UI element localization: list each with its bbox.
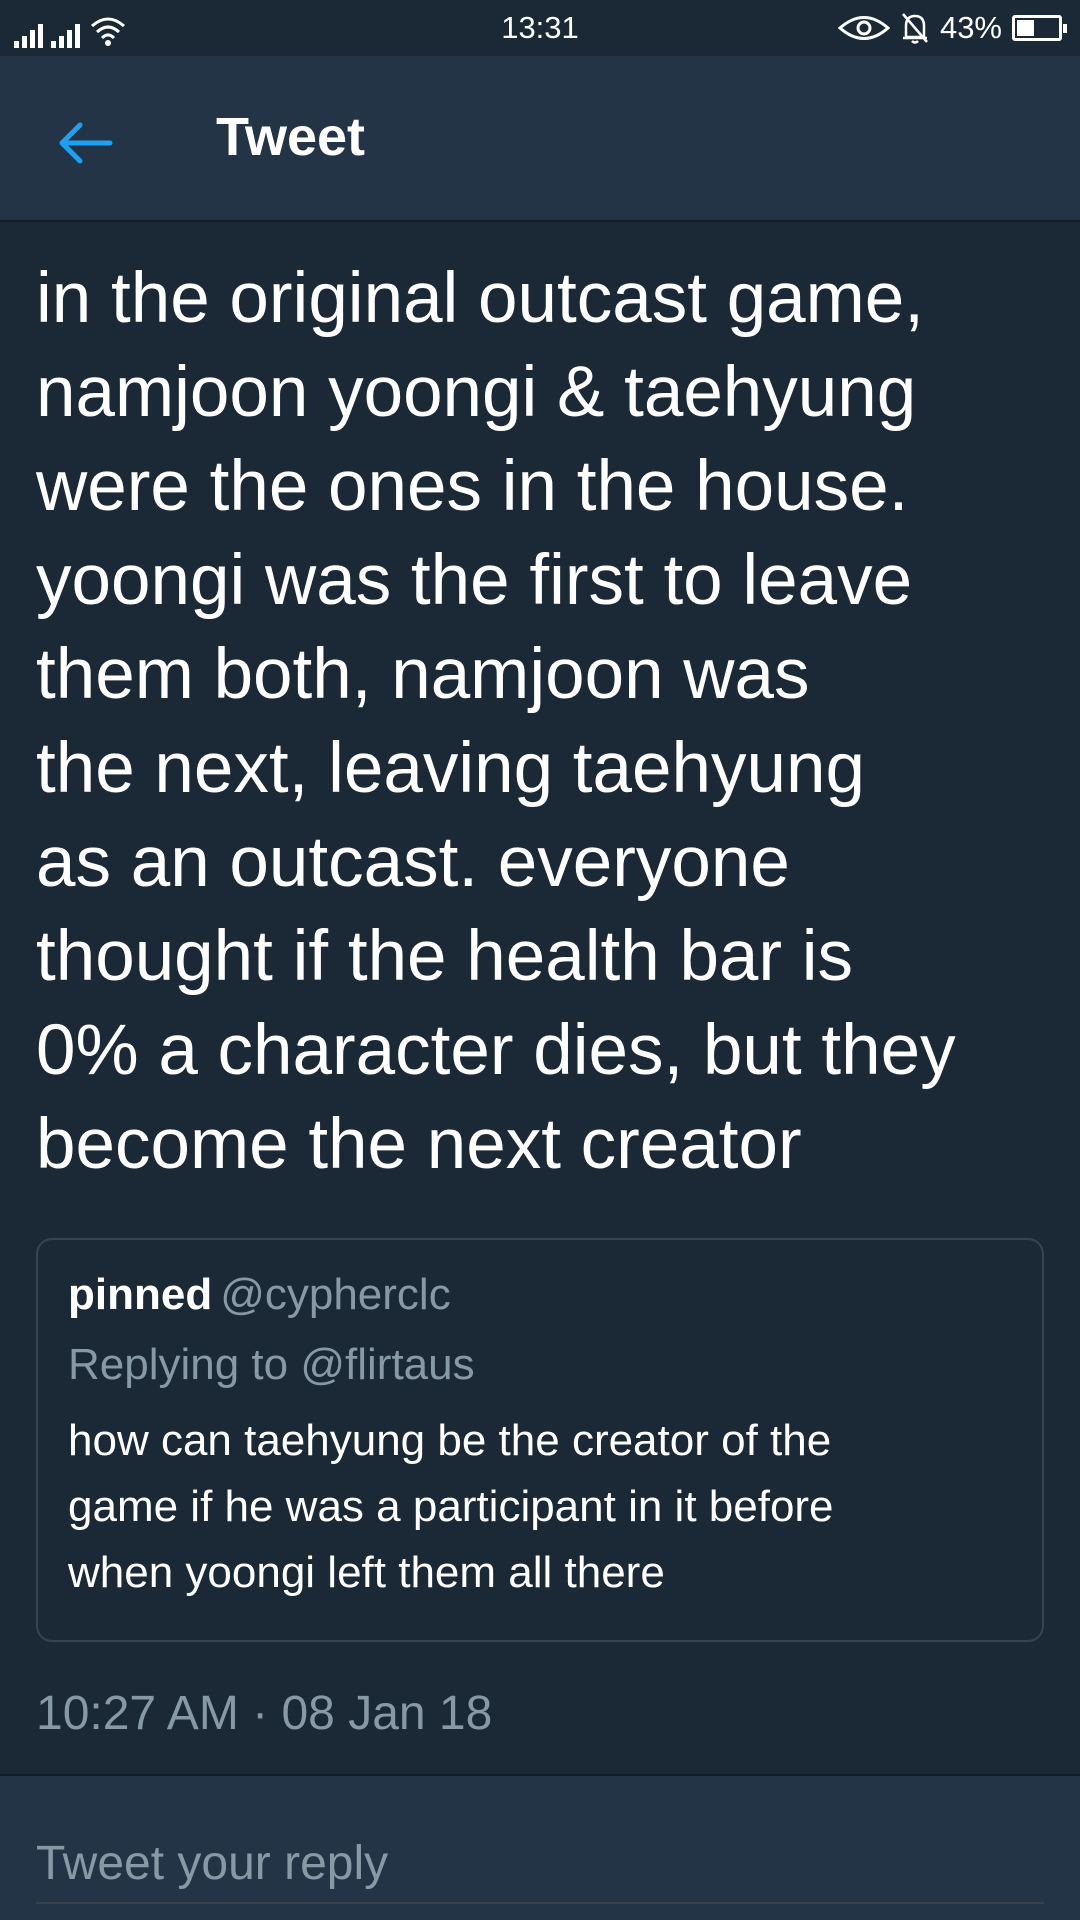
- tweet-text-line: 0% a character dies, but they: [36, 1011, 956, 1090]
- app-bar: Tweet: [0, 56, 1080, 222]
- quoted-tweet-author: pinned @cypherclc: [68, 1270, 451, 1320]
- tweet-text-line: as an outcast. everyone: [36, 823, 790, 902]
- tweet-text-line: become the next creator: [36, 1105, 802, 1184]
- replying-to-label: Replying to @flirtaus: [68, 1340, 475, 1389]
- tweet-text-line: were the ones in the house.: [36, 447, 909, 526]
- quoted-text-line: how can taehyung be the creator of the: [68, 1416, 832, 1465]
- quoted-text-line: game if he was a participant in it befor…: [68, 1482, 834, 1531]
- tweet-text-line: yoongi was the first to leave: [36, 541, 913, 620]
- tweet-text-line: namjoon yoongi & taehyung: [36, 353, 917, 432]
- reply-input[interactable]: [36, 1824, 1044, 1904]
- quoted-tweet-card[interactable]: pinned @cypherclc Replying to @flirtaus h…: [36, 1238, 1044, 1642]
- tweet-timestamp: 10:27 AM · 08 Jan 18: [36, 1687, 493, 1740]
- tweet-text: in the original outcast game, namjoon yo…: [36, 252, 1046, 1192]
- battery-level-fill: [1017, 20, 1035, 36]
- page-title: Tweet: [216, 107, 366, 167]
- quoted-tweet-text: how can taehyung be the creator of the g…: [68, 1408, 1018, 1606]
- tweet-text-line: the next, leaving taehyung: [36, 729, 865, 808]
- quoted-text-line: when yoongi left them all there: [68, 1548, 665, 1597]
- battery-icon: [1012, 15, 1067, 41]
- tweet-text-line: them both, namjoon was: [36, 635, 810, 714]
- tweet-text-line: in the original outcast game,: [36, 259, 925, 338]
- tweet-text-line: thought if the health bar is: [36, 917, 854, 996]
- quoted-author-name: pinned: [68, 1270, 213, 1319]
- back-button[interactable]: [50, 108, 120, 178]
- bell-off-icon: [902, 13, 928, 44]
- back-arrow-icon: [59, 122, 113, 164]
- status-right-icons: 43%: [837, 6, 1067, 50]
- battery-percent: 43%: [939, 10, 1002, 45]
- status-bar: 13:31 43%: [0, 0, 1080, 56]
- quoted-author-handle: @cypherclc: [220, 1270, 451, 1319]
- eye-icon: [837, 16, 890, 40]
- reply-bar: [0, 1774, 1080, 1920]
